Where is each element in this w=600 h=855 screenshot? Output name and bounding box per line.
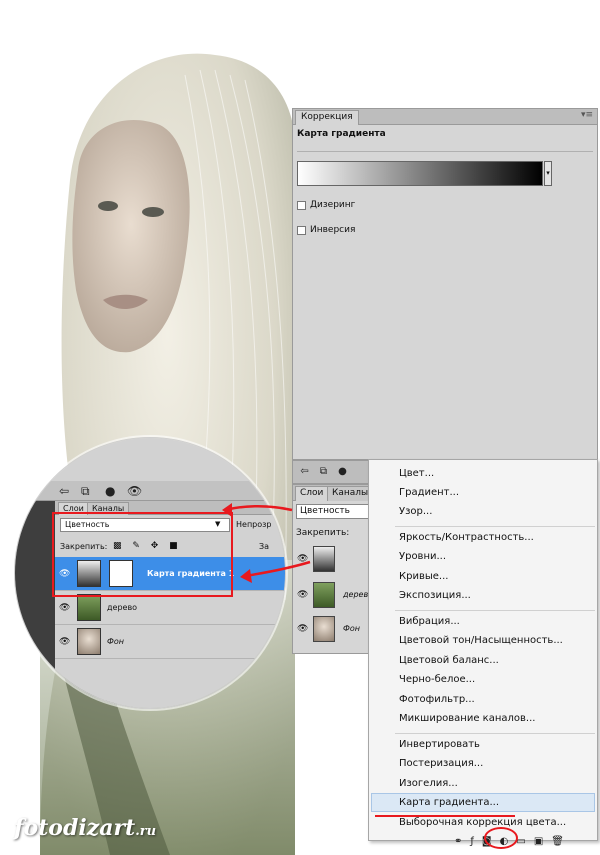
eye-icon[interactable]: 👁 <box>297 624 308 634</box>
eye-icon[interactable]: 👁 <box>297 554 308 564</box>
dither-label: Дизеринг <box>310 200 356 210</box>
new-layer-icon[interactable]: ▣ <box>534 836 543 847</box>
red-rect-annotation <box>52 512 233 597</box>
layer-row[interactable]: 👁 дерево <box>293 579 371 611</box>
magnified-layers-view: ⇦ ⧉ ● 👁 Слои Каналы Цветность ▼ Непрозр … <box>14 437 286 709</box>
menu-separator <box>395 733 595 734</box>
menu-item-posterize[interactable]: Постеризация... <box>399 758 483 769</box>
link-icon[interactable]: ⚭ <box>454 836 462 847</box>
back-arrow-icon[interactable]: ⇦ <box>298 466 311 478</box>
lock-label: Закрепить: <box>296 528 350 538</box>
magnified-toolbar: ⇦ ⧉ ● 👁 <box>15 481 285 501</box>
menu-separator <box>395 526 595 527</box>
tree-thumbnail <box>313 582 335 608</box>
eye-icon[interactable]: 👁 <box>59 637 70 647</box>
menu-item-hue-saturation[interactable]: Цветовой тон/Насыщенность... <box>399 635 563 646</box>
opacity-label: Непрозр <box>236 520 272 529</box>
menu-separator <box>395 610 595 611</box>
tab-layers[interactable]: Слои <box>295 486 329 501</box>
site-logo: fotodizart.ru <box>14 815 156 841</box>
clip-icon[interactable]: ⧉ <box>317 466 330 478</box>
menu-item-vibrance[interactable]: Вибрация... <box>399 616 460 627</box>
menu-item-black-white[interactable]: Черно-белое... <box>399 674 475 685</box>
correction-tabbar: Коррекция ▾≡ <box>293 109 597 125</box>
visibility-icon[interactable]: ● <box>336 466 349 478</box>
logo-suffix: .ru <box>135 824 157 839</box>
menu-item-gradient-map[interactable]: Карта градиента... <box>399 797 499 808</box>
menu-item-channel-mixer[interactable]: Микширование каналов... <box>399 713 535 724</box>
menu-item-brightness-contrast[interactable]: Яркость/Контрастность... <box>399 532 534 543</box>
menu-item-solid-color[interactable]: Цвет... <box>399 468 434 479</box>
menu-item-exposure[interactable]: Экспозиция... <box>399 590 471 601</box>
portrait-thumbnail <box>77 628 101 655</box>
invert-checkbox[interactable] <box>297 225 306 235</box>
menu-item-photo-filter[interactable]: Фотофильтр... <box>399 694 475 705</box>
fx-icon[interactable]: ƒ <box>470 836 474 847</box>
menu-item-selective-color[interactable]: Выборочная коррекция цвета... <box>399 817 566 828</box>
menu-item-pattern[interactable]: Узор... <box>399 506 432 517</box>
gradient-picker[interactable] <box>297 161 543 186</box>
layer-row[interactable]: 👁 <box>293 543 371 575</box>
visibility-icon[interactable]: ● <box>105 484 115 498</box>
red-underline-annotation <box>375 815 515 817</box>
portrait-thumbnail <box>313 616 335 642</box>
layer-name: дерево <box>107 603 138 612</box>
chevron-down-icon[interactable]: ▾ <box>544 161 552 186</box>
blend-mode-select[interactable]: Цветность <box>296 504 370 519</box>
layers-bottom-toolbar: ⚭ ƒ ◙ ◐ ▭ ▣ 🗑 <box>450 832 598 850</box>
menu-item-color-balance[interactable]: Цветовой баланс... <box>399 655 499 666</box>
eye-icon[interactable]: 👁 <box>59 603 70 613</box>
invert-checkbox-row[interactable]: Инверсия <box>297 225 355 235</box>
layer-name: Фон <box>107 637 125 646</box>
menu-item-curves[interactable]: Кривые... <box>399 571 448 582</box>
correction-panel: Коррекция ▾≡ Карта градиента ▾ Дизеринг … <box>292 108 598 460</box>
dither-checkbox-row[interactable]: Дизеринг <box>297 200 355 210</box>
divider <box>297 151 593 152</box>
fill-label: За <box>259 542 270 551</box>
trash-icon[interactable]: 🗑 <box>551 836 564 847</box>
layers-tabbar: Слои Каналы <box>293 485 371 501</box>
layer-row[interactable]: 👁 Фон <box>293 613 371 645</box>
tab-correction[interactable]: Коррекция <box>295 110 359 125</box>
adjustment-menu: Цвет... Градиент... Узор... Яркость/Конт… <box>368 459 598 841</box>
layers-toolbar: ⇦ ⧉ ● <box>292 460 372 484</box>
magnified-dark-area <box>15 501 55 708</box>
gradient-map-thumbnail <box>313 546 335 572</box>
red-circle-annotation <box>484 827 518 849</box>
tree-thumbnail <box>77 594 101 621</box>
menu-item-invert[interactable]: Инвертировать <box>399 739 480 750</box>
layers-panel: Слои Каналы Цветность Закрепить: 👁 👁 дер… <box>292 484 372 654</box>
menu-item-levels[interactable]: Уровни... <box>399 551 446 562</box>
layer-row[interactable]: 👁 Фон <box>55 625 285 659</box>
back-arrow-icon[interactable]: ⇦ <box>59 484 69 498</box>
menu-item-threshold[interactable]: Изогелия... <box>399 778 458 789</box>
clip-icon[interactable]: ⧉ <box>81 484 90 499</box>
panel-menu-icon[interactable]: ▾≡ <box>581 110 593 120</box>
eye-icon[interactable]: 👁 <box>127 484 142 498</box>
dither-checkbox[interactable] <box>297 200 306 210</box>
layer-name: Фон <box>343 624 361 633</box>
menu-item-gradient[interactable]: Градиент... <box>399 487 459 498</box>
tab-channels[interactable]: Каналы <box>327 486 371 501</box>
correction-heading: Карта градиента <box>297 129 386 139</box>
eye-icon[interactable]: 👁 <box>297 590 308 600</box>
logo-text: fotodizart <box>14 815 136 841</box>
invert-label: Инверсия <box>310 225 356 235</box>
